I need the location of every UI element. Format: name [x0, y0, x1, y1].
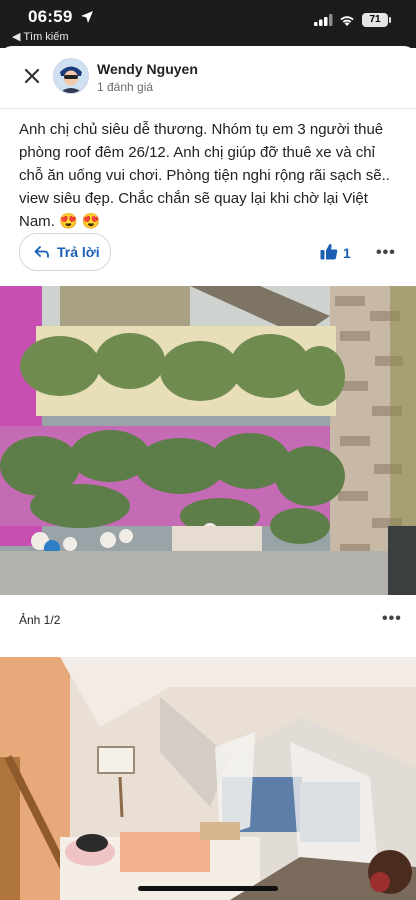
reply-label: Trả lời: [57, 244, 100, 260]
photo-more-button[interactable]: •••: [382, 610, 402, 628]
avatar-image: [54, 59, 88, 93]
avatar[interactable]: [53, 58, 89, 94]
more-options-button[interactable]: •••: [376, 244, 396, 262]
home-indicator[interactable]: [138, 886, 278, 891]
review-photo-1[interactable]: [0, 286, 416, 595]
review-header: Wendy Nguyen 1 đánh giá: [0, 46, 416, 109]
close-icon[interactable]: [18, 62, 46, 90]
status-time: 06:59: [28, 7, 73, 26]
photo-counter: Ảnh 1/2: [19, 613, 61, 627]
review-sheet: Wendy Nguyen 1 đánh giá Anh chị chủ siêu…: [0, 46, 416, 900]
battery-tip: [389, 17, 391, 23]
reply-button[interactable]: Trả lời: [19, 233, 111, 271]
review-photo-2[interactable]: [0, 657, 416, 900]
battery-icon: 71: [362, 13, 388, 27]
battery-level: 71: [369, 14, 381, 25]
thumbs-up-icon[interactable]: [320, 243, 338, 260]
like-count[interactable]: 1: [343, 245, 351, 261]
status-bar: 06:59 ◀ Tìm kiếm 71: [0, 0, 416, 48]
review-text: Anh chị chủ siêu dễ thương. Nhóm tụ em 3…: [19, 121, 390, 230]
reply-arrow-icon: [34, 246, 49, 258]
back-to-search-link[interactable]: ◀ Tìm kiếm: [12, 30, 69, 43]
signal-icon: [314, 14, 333, 26]
reviewer-name[interactable]: Wendy Nguyen: [97, 61, 198, 77]
location-arrow-icon: [81, 11, 93, 23]
wifi-icon: [340, 16, 354, 26]
review-count: 1 đánh giá: [97, 80, 154, 94]
